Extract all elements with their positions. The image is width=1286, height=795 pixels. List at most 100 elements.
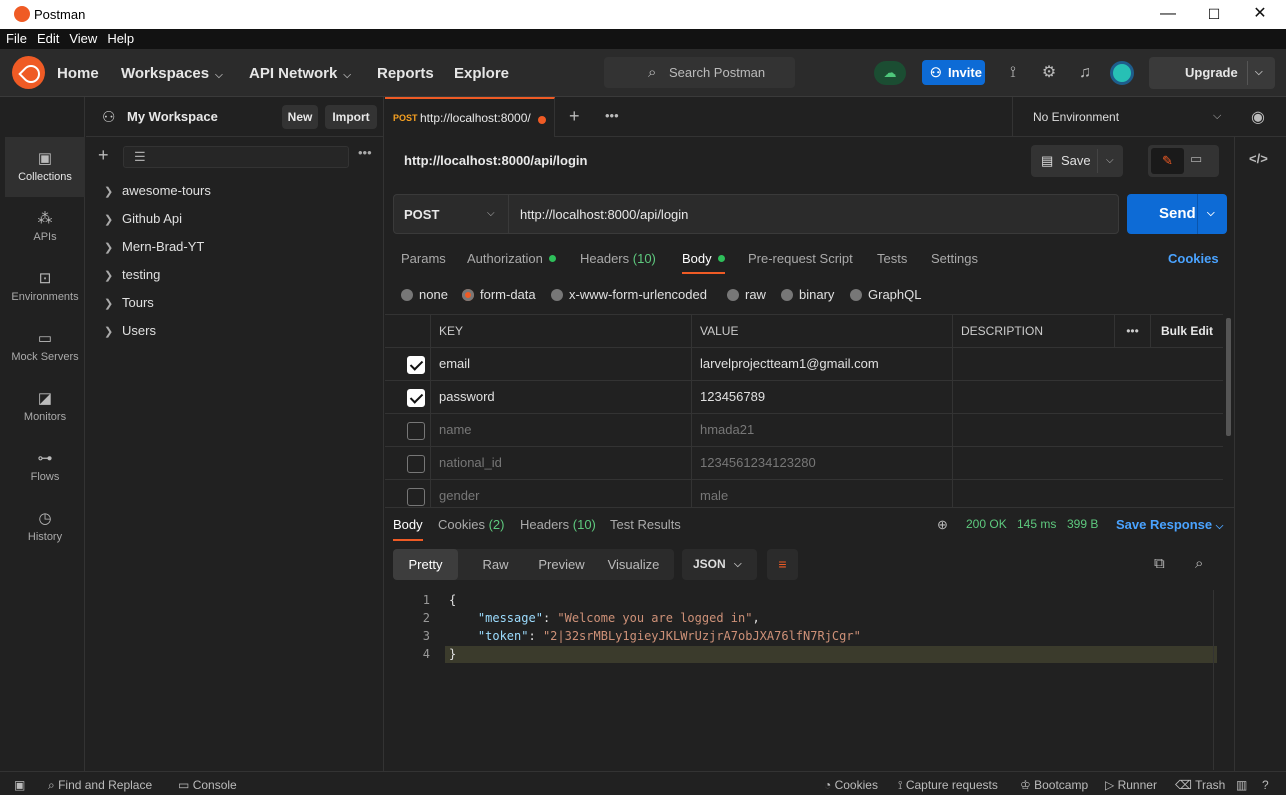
search-input[interactable]: ⌕ Search Postman	[604, 57, 795, 88]
console-button[interactable]: ▭ Console	[178, 778, 237, 792]
sidebar-toggle-icon[interactable]: ▣	[14, 778, 25, 792]
row-value[interactable]: larvelprojectteam1@gmail.com	[691, 348, 953, 381]
more-options-icon[interactable]: •••	[1114, 315, 1150, 348]
tab-settings[interactable]: Settings	[931, 251, 978, 266]
row-value[interactable]: 1234561234123280	[691, 447, 953, 480]
row-value[interactable]: hmada21	[691, 414, 953, 447]
radio-form-data[interactable]: form-data	[462, 287, 536, 302]
nav-home[interactable]: Home	[57, 65, 99, 82]
response-code-editor[interactable]: 1 2 3 4 { "message": "Welcome you are lo…	[385, 590, 1221, 770]
new-tab-icon[interactable]: +	[569, 106, 580, 127]
minimize-button[interactable]: —	[1158, 4, 1178, 24]
format-pretty[interactable]: Pretty	[393, 549, 458, 580]
row-description[interactable]	[952, 381, 1223, 414]
language-select[interactable]: JSON ⌵	[682, 549, 757, 580]
row-value[interactable]: male	[691, 480, 953, 507]
eye-icon[interactable]: ◉	[1251, 107, 1265, 127]
response-tab-body[interactable]: Body	[393, 517, 423, 541]
row-key[interactable]: password	[430, 381, 692, 414]
rail-item-apis[interactable]: ⁂ APIs	[5, 197, 85, 257]
wrap-lines-icon[interactable]: ≡	[767, 549, 798, 580]
menu-view[interactable]: View	[63, 29, 101, 46]
code-scrollbar[interactable]	[1213, 590, 1221, 770]
two-pane-icon[interactable]: ▥	[1236, 778, 1247, 792]
gear-icon[interactable]: ⚙	[1038, 63, 1060, 83]
status-code[interactable]: 200 OK	[966, 517, 1007, 531]
row-key[interactable]: national_id	[430, 447, 692, 480]
table-scrollbar[interactable]	[1226, 318, 1231, 436]
cookies-link[interactable]: Cookies	[1168, 251, 1219, 266]
row-checkbox[interactable]	[407, 455, 425, 473]
nav-api-network[interactable]: API Network ⌵	[249, 65, 351, 82]
chevron-down-icon[interactable]: ⌵	[487, 208, 495, 219]
tab-pre-request-script[interactable]: Pre-request Script	[748, 251, 853, 266]
comment-icon[interactable]: ▭	[1190, 151, 1202, 167]
url-input[interactable]: http://localhost:8000/api/login	[520, 207, 688, 222]
chevron-down-icon[interactable]: ⌵	[1106, 145, 1114, 177]
globe-icon[interactable]: ⊕	[937, 517, 948, 533]
collection-item[interactable]: ❯ Mern-Brad-YT	[104, 239, 204, 259]
code-icon[interactable]: </>	[1249, 151, 1268, 166]
rail-item-mock-servers[interactable]: ▭ Mock Servers	[5, 317, 85, 377]
bell-icon[interactable]: ♫	[1074, 63, 1096, 83]
row-description[interactable]	[952, 447, 1223, 480]
collection-item[interactable]: ❯ Users	[104, 323, 156, 343]
collection-item[interactable]: ❯ testing	[104, 267, 160, 287]
radio-x-www-form-urlencoded[interactable]: x-www-form-urlencoded	[551, 287, 707, 302]
new-button[interactable]: New	[282, 105, 318, 129]
tab-headers[interactable]: Headers (10)	[580, 251, 656, 266]
response-time[interactable]: 145 ms	[1017, 517, 1056, 531]
collection-item[interactable]: ❯ Tours	[104, 295, 154, 315]
postman-logo-icon[interactable]	[12, 56, 45, 89]
rail-item-history[interactable]: ◷ History	[5, 497, 85, 557]
edit-pencil-icon[interactable]: ✎	[1151, 148, 1184, 174]
menu-help[interactable]: Help	[101, 29, 138, 46]
request-tab[interactable]: POST http://localhost:8000/	[385, 97, 555, 137]
radio-graphql[interactable]: GraphQL	[850, 287, 921, 302]
method-select[interactable]: POST	[404, 207, 439, 222]
more-options-icon[interactable]: •••	[358, 145, 372, 160]
save-button[interactable]: ▤ Save ⌵	[1031, 145, 1123, 177]
copy-icon[interactable]: ⧉	[1154, 555, 1165, 572]
bulk-edit-button[interactable]: Bulk Edit	[1150, 315, 1223, 348]
row-checkbox[interactable]	[407, 356, 425, 374]
import-button[interactable]: Import	[325, 105, 377, 129]
rail-item-flows[interactable]: ⊶ Flows	[5, 437, 85, 497]
more-options-icon[interactable]: •••	[605, 108, 619, 123]
response-tab-cookies[interactable]: Cookies (2)	[438, 517, 504, 532]
filter-input[interactable]: ☰	[123, 146, 349, 168]
satellite-icon[interactable]: ⟟	[1002, 63, 1024, 83]
row-checkbox[interactable]	[407, 389, 425, 407]
runner-button[interactable]: ▷ Runner	[1105, 778, 1157, 792]
tab-authorization[interactable]: Authorization	[467, 251, 556, 266]
menu-edit[interactable]: Edit	[31, 29, 63, 46]
row-description[interactable]	[952, 480, 1223, 507]
capture-requests-button[interactable]: ⟟ Capture requests	[898, 778, 998, 793]
chevron-down-icon[interactable]: ⌵	[1207, 194, 1215, 234]
avatar[interactable]	[1110, 61, 1134, 85]
row-description[interactable]	[952, 348, 1223, 381]
find-replace-button[interactable]: ⌕ Find and Replace	[48, 778, 152, 793]
row-description[interactable]	[952, 414, 1223, 447]
collection-item[interactable]: ❯ awesome-tours	[104, 183, 211, 203]
format-preview[interactable]: Preview	[529, 549, 594, 580]
row-value[interactable]: 123456789	[691, 381, 953, 414]
cookies-button[interactable]: ◔ Cookies	[824, 778, 878, 792]
invite-button[interactable]: ⚇ Invite	[922, 60, 985, 85]
workspace-name[interactable]: My Workspace	[127, 109, 218, 124]
close-button[interactable]: ✕	[1250, 4, 1270, 24]
bootcamp-button[interactable]: ♔ Bootcamp	[1020, 778, 1088, 792]
help-icon[interactable]: ?	[1262, 778, 1269, 792]
plus-icon[interactable]: +	[98, 145, 109, 166]
menu-file[interactable]: File	[0, 29, 31, 46]
tab-params[interactable]: Params	[401, 251, 446, 266]
response-tab-test-results[interactable]: Test Results	[610, 517, 681, 532]
rail-item-environments[interactable]: ⊡ Environments	[5, 257, 85, 317]
nav-reports[interactable]: Reports	[377, 65, 434, 82]
upgrade-button[interactable]: Upgrade ⌵	[1149, 57, 1275, 89]
row-key[interactable]: email	[430, 348, 692, 381]
row-checkbox[interactable]	[407, 488, 425, 506]
radio-none[interactable]: none	[401, 287, 448, 302]
collection-item[interactable]: ❯ Github Api	[104, 211, 182, 231]
response-tab-headers[interactable]: Headers (10)	[520, 517, 596, 532]
